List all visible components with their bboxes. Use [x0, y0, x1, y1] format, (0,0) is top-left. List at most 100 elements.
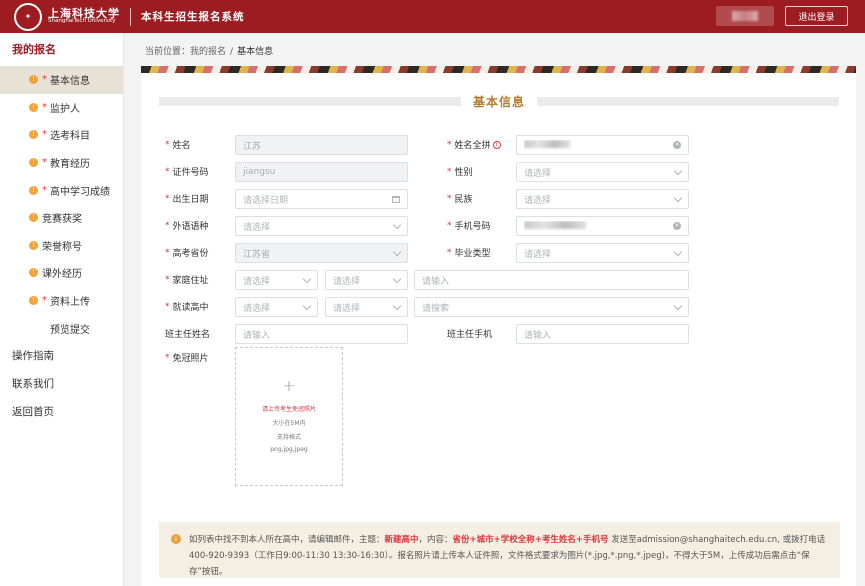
section-title: 基本信息 [473, 94, 526, 109]
exam-province-select[interactable]: 江苏省 [235, 243, 408, 263]
chevron-down-icon [392, 301, 402, 310]
photo-upload-area[interactable]: + 请上传考生免冠照片 大小在5M内 支持格式 png,jpg,jpeg [235, 347, 343, 486]
sidebar-item-uploads[interactable]: ! * 资料上传 [0, 287, 123, 315]
warning-icon: ! [29, 130, 38, 140]
sidebar-item-competitions[interactable]: ! 竞赛获奖 [0, 204, 123, 232]
sidebar-heading[interactable]: 我的报名 [0, 33, 123, 66]
chevron-down-icon [392, 274, 402, 283]
sidebar-item-label: 竞赛获奖 [42, 214, 82, 226]
chevron-down-icon [673, 301, 683, 310]
address-city-select[interactable]: 请选择 [325, 270, 408, 290]
teacher-phone-input[interactable]: 请输入 [516, 324, 689, 344]
sidebar-item-education[interactable]: ! * 教育经历 [0, 149, 123, 177]
system-name: 本科生招生报名系统 [141, 11, 245, 23]
ethnicity-select[interactable]: 请选择 [516, 189, 689, 209]
foreign-language-select[interactable]: 请选择 [235, 216, 408, 236]
phone-field[interactable]: × [516, 216, 689, 236]
sidebar-item-honors[interactable]: ! 荣誉称号 [0, 232, 123, 260]
birth-date-picker[interactable]: 请选择日期 [235, 189, 408, 209]
info-icon[interactable]: i [492, 140, 501, 149]
ethnicity-label: * 民族 [447, 193, 473, 206]
foreign-language-label: * 外语语种 [165, 220, 209, 233]
required-mark: * [42, 157, 47, 169]
breadcrumb-parent[interactable]: 我的报名 [190, 47, 226, 57]
required-mark: * [42, 129, 47, 141]
photo-label: * 免冠照片 [165, 352, 209, 365]
sidebar-item-label: 选考科目 [50, 131, 90, 143]
sidebar-item-guardian[interactable]: ! * 监护人 [0, 94, 123, 122]
warning-icon: ! [29, 75, 38, 85]
full-pinyin-field[interactable]: × [516, 135, 689, 155]
main-panel: 基本信息 * 姓名 江苏 * 姓名全拼 i × * 证件号码 jiangsu * 性别 请… [141, 66, 856, 586]
upload-size-tip: 大小在5M内 [272, 420, 306, 427]
address-province-select[interactable]: 请选择 [235, 270, 318, 290]
sidebar-link-contact[interactable]: 联系我们 [0, 370, 123, 398]
university-logo[interactable]: ✦ 上海科技大学 ShanghaiTech University [14, 2, 120, 31]
title-bar-right [537, 96, 840, 106]
teacher-name-label: 班主任姓名 [165, 330, 211, 340]
gender-select[interactable]: 请选择 [516, 162, 689, 182]
sidebar-item-activities[interactable]: ! 课外经历 [0, 259, 123, 287]
chevron-down-icon [673, 193, 683, 202]
sidebar-link-guide[interactable]: 操作指南 [0, 342, 123, 370]
sidebar-item-preview-submit[interactable]: 预览提交 [0, 314, 123, 342]
upload-tip: 请上传考生免冠照片 [261, 406, 316, 413]
decorative-banner [141, 66, 856, 73]
warning-icon: ! [29, 102, 38, 112]
name-label: * 姓名 [165, 139, 191, 152]
school-city-select[interactable]: 请选择 [325, 297, 408, 317]
graduation-type-select[interactable]: 请选择 [516, 243, 689, 263]
notice-text: ，内容： [418, 535, 453, 545]
sidebar-item-basic-info[interactable]: ! * 基本信息 [0, 66, 123, 94]
user-name-chip[interactable] [716, 6, 774, 26]
full-pinyin-label: * 姓名全拼 i [447, 138, 501, 151]
sidebar-item-label: 教育经历 [50, 159, 90, 171]
notice-box: i 如列表中找不到本人所在高中，请编辑邮件，主题：新建高中，内容：省份+城市+学… [159, 522, 840, 578]
sidebar-item-label: 预览提交 [50, 324, 90, 336]
required-mark: * [42, 101, 47, 113]
teacher-name-input[interactable]: 请输入 [235, 324, 408, 344]
chevron-down-icon [673, 247, 683, 256]
exam-province-label: * 高考省份 [165, 247, 209, 260]
warning-icon: ! [29, 158, 38, 168]
sidebar-item-label: 课外经历 [42, 269, 82, 281]
chevron-down-icon [673, 166, 683, 175]
chevron-down-icon [392, 247, 402, 256]
required-mark: * [42, 74, 47, 86]
upload-format-label: 支持格式 [276, 434, 301, 441]
clear-icon[interactable]: × [673, 222, 681, 230]
name-field[interactable]: 江苏 [235, 135, 408, 155]
breadcrumb: 当前位置：我的报名 / 基本信息 [145, 44, 273, 57]
warning-icon: ! [29, 296, 38, 306]
id-number-field[interactable]: jiangsu [235, 162, 408, 182]
gender-label: * 性别 [447, 166, 473, 179]
breadcrumb-separator: / [230, 47, 234, 57]
high-school-label: * 就读高中 [165, 301, 209, 314]
title-bar-left [159, 96, 461, 106]
blurred-pinyin [524, 139, 570, 148]
sidebar: 我的报名 ! * 基本信息 ! * 监护人 ! * 选考科目 ! * 教育经历 ! * 高中学习成绩… [0, 33, 124, 586]
home-address-label: * 家庭住址 [165, 274, 209, 287]
warning-icon: ! [29, 268, 38, 278]
clear-icon[interactable]: × [673, 141, 681, 149]
school-province-select[interactable]: 请选择 [235, 297, 318, 317]
sidebar-item-subjects[interactable]: ! * 选考科目 [0, 121, 123, 149]
plus-icon: + [282, 376, 296, 395]
info-icon: i [171, 534, 181, 544]
sidebar-item-grades[interactable]: ! * 高中学习成绩 [0, 176, 123, 204]
sidebar-link-home[interactable]: 返回首页 [0, 398, 123, 426]
id-number-label: * 证件号码 [165, 166, 209, 179]
calendar-icon [392, 195, 400, 203]
warning-icon: ! [29, 213, 38, 223]
header-divider [130, 7, 131, 26]
breadcrumb-current: 基本信息 [237, 47, 274, 57]
logo-english: ShanghaiTech University [48, 18, 116, 25]
school-search-select[interactable]: 请搜索 [414, 297, 689, 317]
required-mark: * [42, 184, 47, 196]
logout-button[interactable]: 退出登录 [785, 6, 848, 26]
required-mark: * [42, 295, 47, 307]
blurred-phone [524, 220, 586, 229]
top-header: ✦ 上海科技大学 ShanghaiTech University 本科生招生报名… [0, 0, 865, 33]
notice-content: 省份+城市+学校全称+考生姓名+手机号 [452, 535, 609, 545]
address-detail-input[interactable]: 请输入 [414, 270, 689, 290]
